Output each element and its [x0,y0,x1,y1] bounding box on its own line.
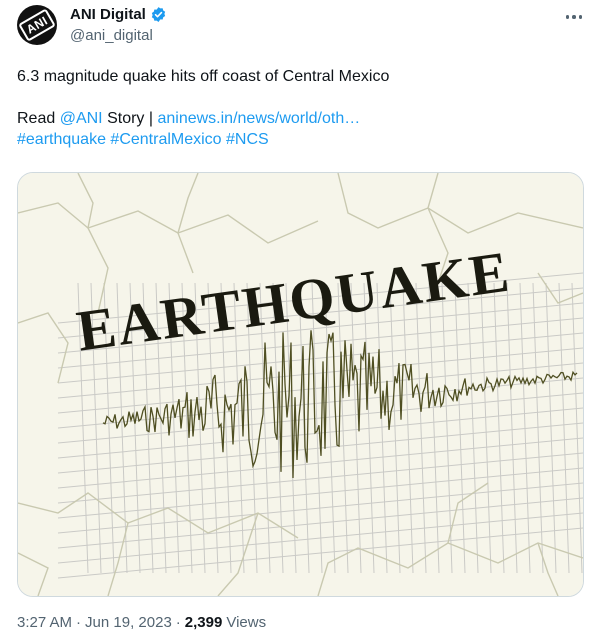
views-label: Views [226,614,267,631]
tweet-media-image[interactable]: EARTHQUAKE [17,172,584,597]
more-options-icon[interactable] [562,8,586,26]
more-dot [578,15,583,19]
tweet-card: ANI ANI Digital @ani_digital 6.3 magnitu… [0,0,600,640]
avatar-logo: ANI [18,8,56,42]
avatar[interactable]: ANI [17,5,57,45]
tweet-hashtags: #earthquake #CentralMexico #NCS [17,129,583,150]
author-display-name[interactable]: ANI Digital [70,6,146,23]
tweet-meta: 3:27 AM · Jun 19, 2023 · 2,399 Views [17,614,266,631]
tweet-time[interactable]: 3:27 AM [17,614,72,631]
verified-badge-icon [151,7,166,22]
hashtag-link[interactable]: #NCS [226,131,269,148]
read-prefix: Read [17,110,60,127]
tweet-headline: 6.3 magnitude quake hits off coast of Ce… [17,68,390,85]
tweet-text: 6.3 magnitude quake hits off coast of Ce… [17,66,583,150]
mention-link[interactable]: @ANI [60,110,103,127]
author-name-row: ANI Digital [70,6,167,23]
hashtag-link[interactable]: #earthquake [17,131,106,148]
more-dot [572,15,576,19]
tweet-date[interactable]: Jun 19, 2023 [85,614,172,631]
earthquake-illustration: EARTHQUAKE [18,173,583,596]
tweet-read-line: Read @ANI Story | aninews.in/news/world/… [17,108,583,129]
author-handle[interactable]: @ani_digital [70,27,153,44]
meta-separator: · [76,614,82,631]
meta-separator: · [175,614,181,631]
hashtag-link[interactable]: #CentralMexico [110,131,221,148]
story-text: Story | [102,110,158,127]
article-link[interactable]: aninews.in/news/world/oth… [157,110,360,127]
more-dot [565,15,570,19]
views-count: 2,399 [184,614,223,631]
